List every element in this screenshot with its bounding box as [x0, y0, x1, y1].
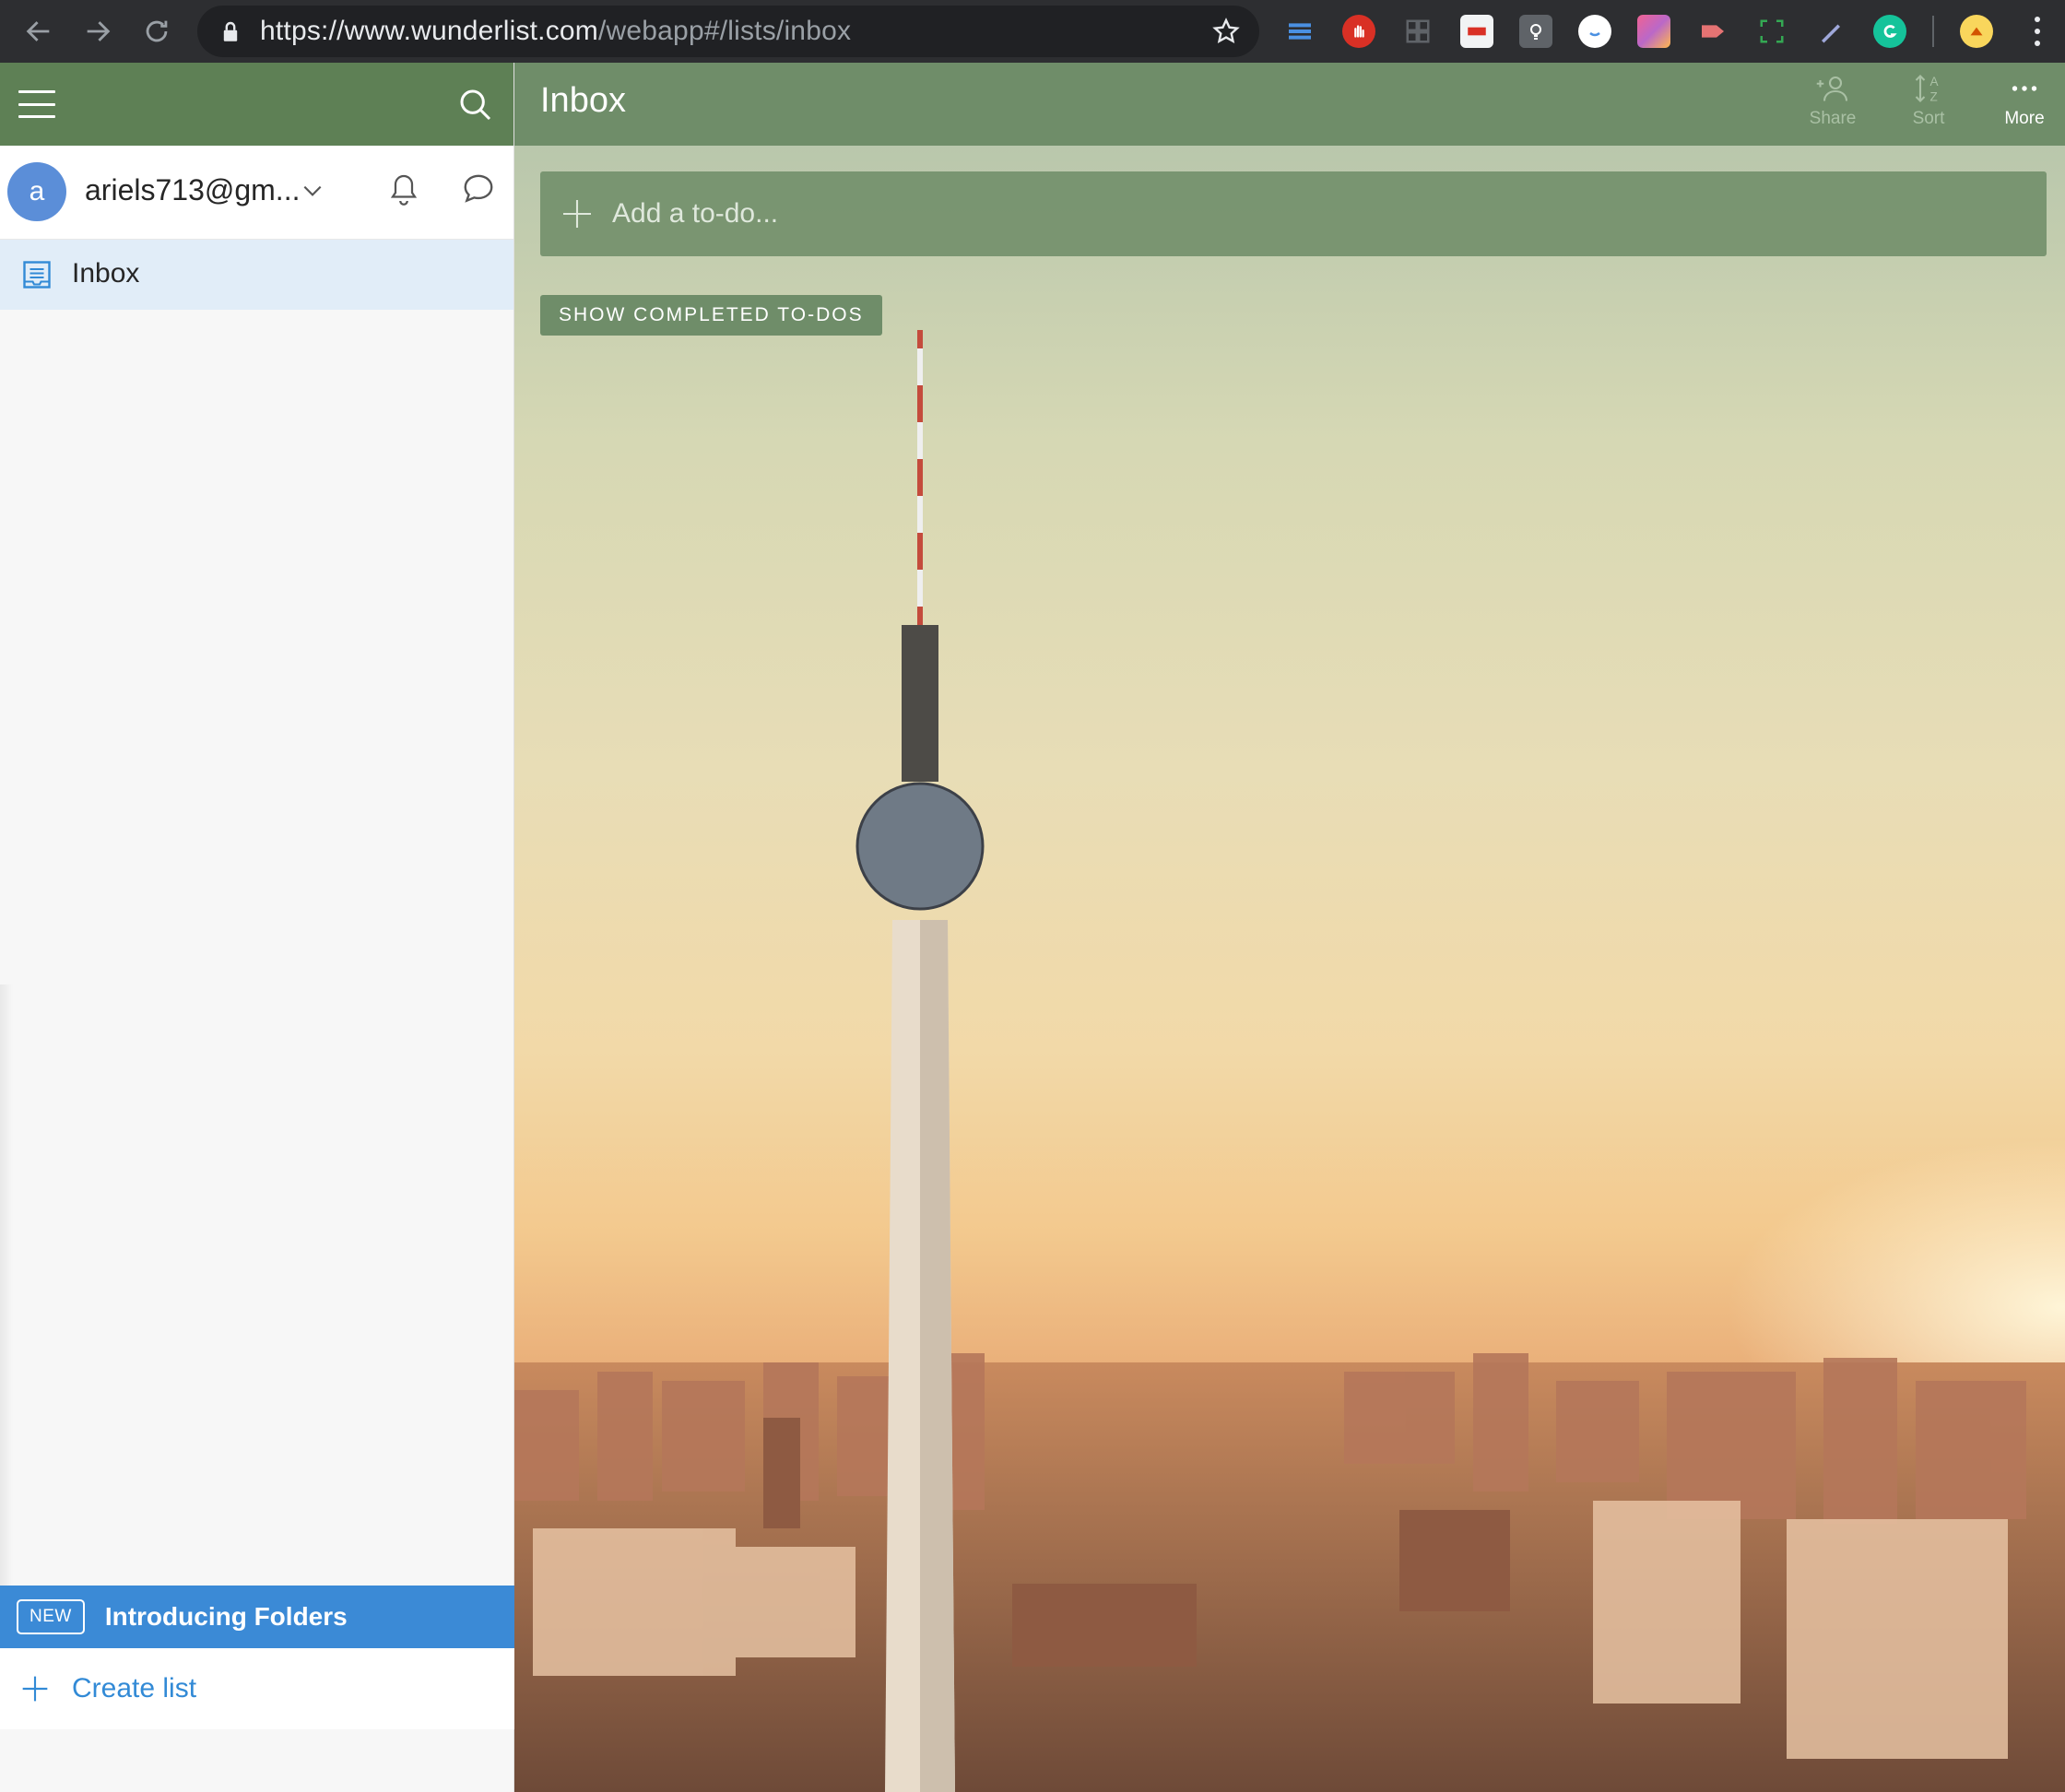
user-name[interactable]: ariels713@gm... [85, 173, 300, 207]
ghost-extension-icon[interactable] [1578, 15, 1611, 48]
adblock-hand-icon[interactable] [1342, 15, 1375, 48]
list-header: Inbox Share AZ Sort More [514, 63, 2065, 146]
more-label: More [2004, 109, 2045, 128]
create-list-button[interactable]: Create list [0, 1648, 514, 1729]
url-host: https://www.wunderlist.com [260, 16, 598, 46]
url-text: https://www.wunderlist.com/webapp#/lists… [260, 16, 851, 47]
sidebar-item-label: Inbox [72, 258, 140, 289]
chevron-down-icon[interactable] [301, 179, 324, 203]
bell-icon[interactable] [387, 171, 420, 208]
page-title: Inbox [540, 81, 626, 120]
extension-icons [1283, 9, 2019, 53]
pen-extension-icon[interactable] [1814, 15, 1847, 48]
city-skyline-image [514, 1353, 2065, 1792]
address-bar[interactable]: https://www.wunderlist.com/webapp#/lists… [197, 6, 1259, 57]
add-person-icon [1816, 76, 1848, 101]
reload-icon[interactable] [135, 9, 179, 53]
video-extension-icon[interactable] [1696, 15, 1729, 48]
pdf-extension-icon[interactable] [1460, 15, 1493, 48]
app-window: https://www.wunderlist.com/webapp#/lists… [0, 0, 2065, 1792]
svg-text:A: A [1930, 75, 1939, 88]
sidebar-item-inbox[interactable]: Inbox [0, 240, 513, 310]
browser-menu-icon[interactable] [2028, 13, 2047, 50]
add-todo-input[interactable] [612, 198, 1995, 230]
screenshot-extension-icon[interactable] [1755, 15, 1788, 48]
create-list-label: Create list [72, 1673, 197, 1704]
toolbar-divider [1932, 16, 1934, 47]
layers-extension-icon[interactable] [1283, 15, 1316, 48]
tv-tower-image [856, 330, 985, 1792]
more-button[interactable]: More [1988, 72, 2061, 138]
add-todo-bar[interactable] [540, 171, 2047, 256]
profile-avatar-icon[interactable] [1960, 15, 1993, 48]
browser-toolbar: https://www.wunderlist.com/webapp#/lists… [0, 0, 2065, 63]
hamburger-menu-icon[interactable] [18, 90, 55, 118]
search-icon[interactable] [457, 87, 494, 124]
share-label: Share [1809, 109, 1857, 128]
lightbulb-extension-icon[interactable] [1519, 15, 1552, 48]
new-badge: NEW [17, 1599, 85, 1634]
user-row[interactable]: a ariels713@gm... [0, 146, 513, 240]
sidebar: a ariels713@gm... Inbox NEW Introducing … [0, 63, 514, 1792]
color-extension-icon[interactable] [1637, 15, 1670, 48]
sidebar-edge-shadow [0, 984, 13, 1667]
back-arrow-icon[interactable] [17, 9, 61, 53]
lock-icon [221, 19, 242, 43]
avatar[interactable]: a [7, 162, 66, 221]
plus-icon [560, 197, 594, 230]
bookmark-star-icon[interactable] [1211, 17, 1241, 46]
main-content: Inbox Share AZ Sort More SHOW COMPLETED … [514, 63, 2065, 1792]
inbox-icon [20, 258, 53, 291]
svg-text:Z: Z [1930, 90, 1938, 104]
plus-icon [20, 1674, 50, 1704]
show-completed-button[interactable]: SHOW COMPLETED TO-DOS [540, 295, 882, 336]
forward-arrow-icon[interactable] [76, 9, 120, 53]
introducing-folders-banner[interactable]: NEW Introducing Folders [0, 1586, 514, 1648]
sidebar-header [0, 63, 513, 146]
sort-label: Sort [1912, 109, 1945, 128]
sort-button[interactable]: AZ Sort [1892, 72, 1965, 138]
grammarly-icon[interactable] [1873, 15, 1906, 48]
share-button[interactable]: Share [1796, 72, 1870, 138]
sort-az-icon: AZ [1915, 75, 1939, 104]
url-path: /webapp#/lists/inbox [598, 16, 852, 46]
banner-label: Introducing Folders [104, 1602, 348, 1631]
grid-extension-icon[interactable] [1401, 15, 1434, 48]
conversations-icon[interactable] [461, 171, 496, 206]
more-dots-icon [2012, 86, 2037, 91]
